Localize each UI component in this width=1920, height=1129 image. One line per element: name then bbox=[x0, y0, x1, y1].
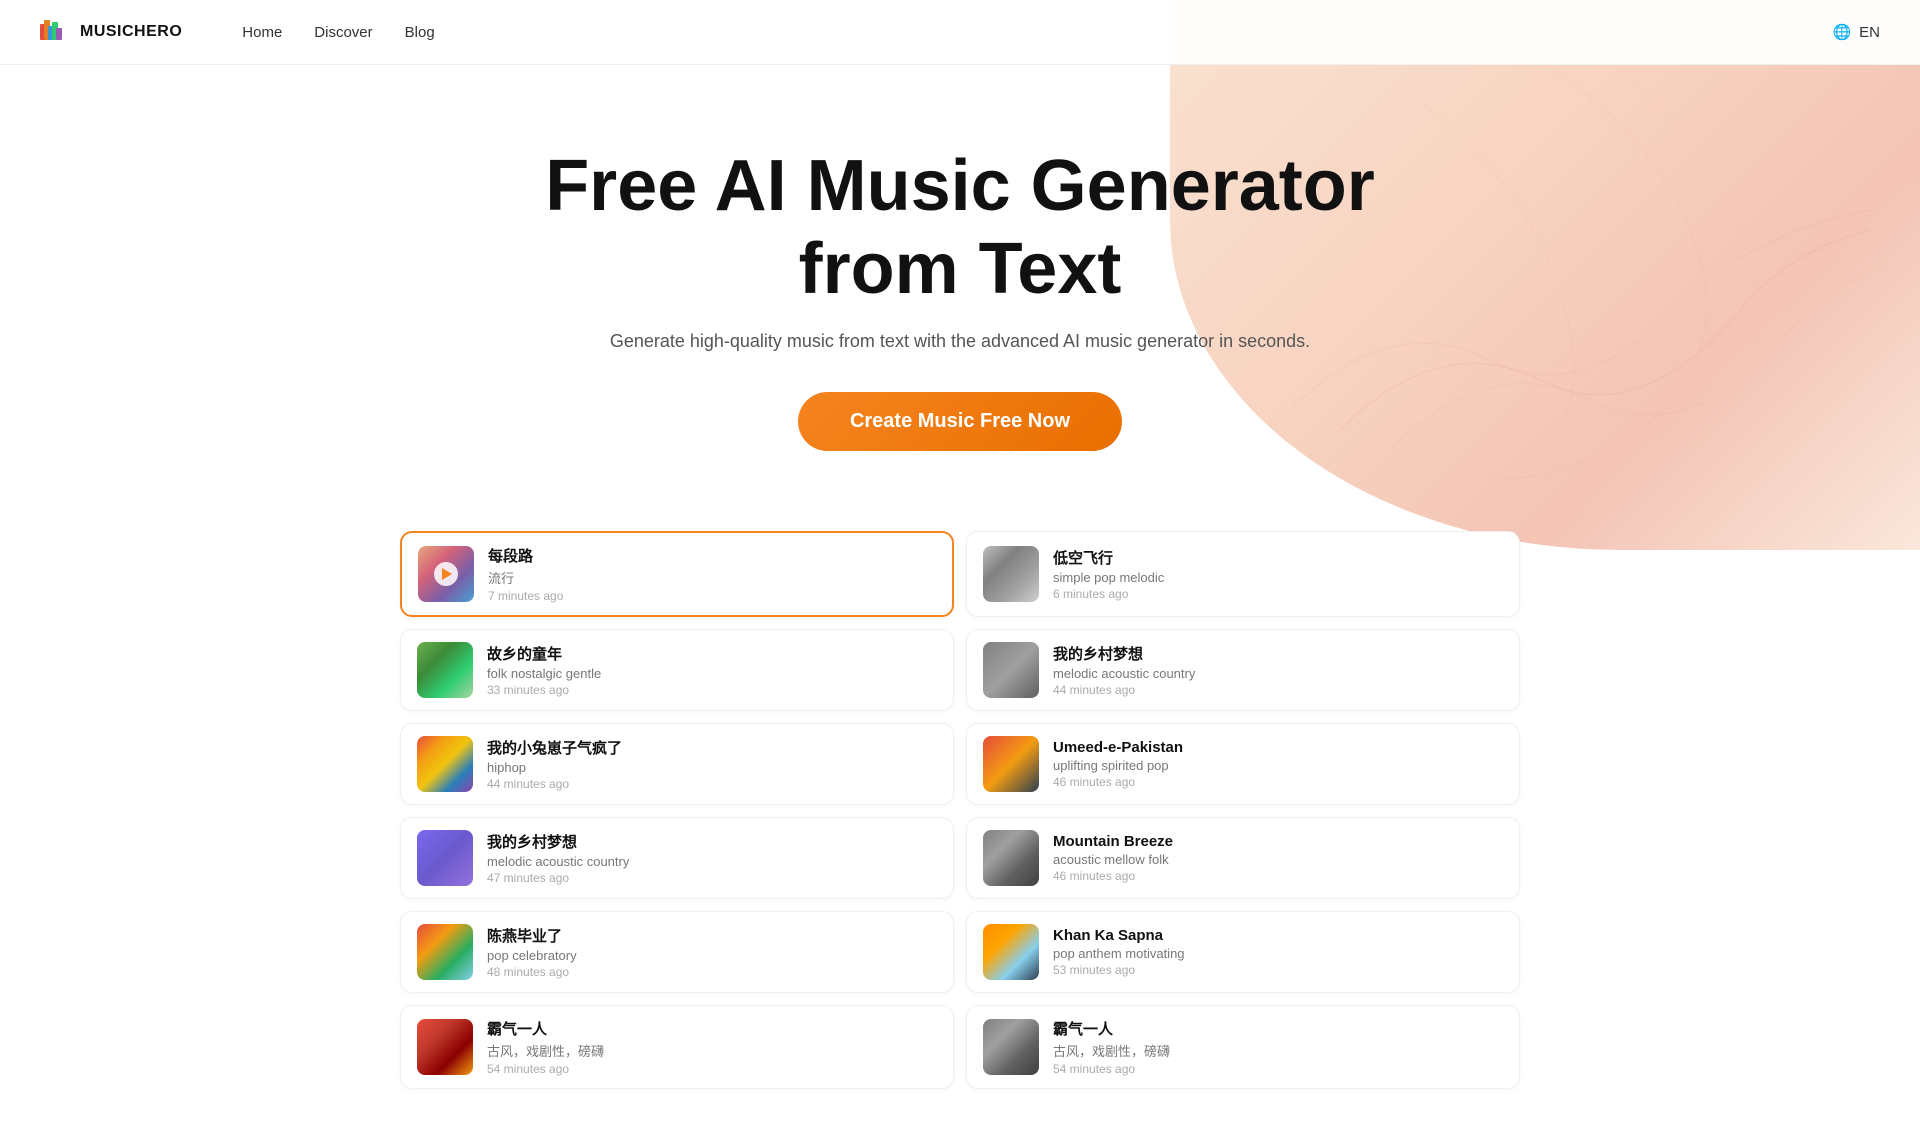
music-time: 54 minutes ago bbox=[487, 1062, 937, 1076]
music-title: 每段路 bbox=[488, 545, 936, 566]
music-time: 33 minutes ago bbox=[487, 683, 937, 697]
music-time: 48 minutes ago bbox=[487, 965, 937, 979]
music-time: 54 minutes ago bbox=[1053, 1062, 1503, 1076]
music-info: 我的乡村梦想 melodic acoustic country 47 minutes… bbox=[487, 831, 937, 885]
music-info: 我的小兔崽子气疯了 hiphop 44 minutes ago bbox=[487, 737, 937, 791]
music-thumbnail bbox=[417, 830, 473, 886]
music-time: 46 minutes ago bbox=[1053, 869, 1503, 883]
music-thumbnail bbox=[983, 830, 1039, 886]
music-tags: 流行 bbox=[488, 568, 936, 587]
music-title: Khan Ka Sapna bbox=[1053, 927, 1503, 944]
music-info: Khan Ka Sapna pop anthem motivating 53 min… bbox=[1053, 927, 1503, 977]
music-card[interactable]: 我的乡村梦想 melodic acoustic country 44 minutes… bbox=[966, 629, 1520, 711]
music-tags: pop celebratory bbox=[487, 948, 937, 963]
music-time: 7 minutes ago bbox=[488, 589, 936, 603]
music-title: 我的乡村梦想 bbox=[487, 831, 937, 852]
music-time: 44 minutes ago bbox=[1053, 683, 1503, 697]
music-card[interactable]: 霸气一人古风，戏剧性，磅礴 54 minutes ago bbox=[966, 1005, 1520, 1089]
music-info: 陈燕毕业了 pop celebratory 48 minutes ago bbox=[487, 925, 937, 979]
music-title: Mountain Breeze bbox=[1053, 833, 1503, 850]
music-title: 我的乡村梦想 bbox=[1053, 643, 1503, 664]
music-time: 47 minutes ago bbox=[487, 871, 937, 885]
music-card[interactable]: Mountain Breeze acoustic mellow folk 46 mi… bbox=[966, 817, 1520, 899]
nav-blog[interactable]: Blog bbox=[405, 24, 435, 41]
music-time: 6 minutes ago bbox=[1053, 587, 1503, 601]
music-title: 霸气一人 bbox=[1053, 1018, 1503, 1039]
music-tags: pop anthem motivating bbox=[1053, 946, 1503, 961]
nav-links: Home Discover Blog bbox=[242, 24, 1832, 41]
music-list: 每段路流行 7 minutes ago 低空飞行 simple pop melodic… bbox=[360, 531, 1560, 1129]
music-card[interactable]: Umeed-e-Pakistan uplifting spirited pop 46… bbox=[966, 723, 1520, 805]
music-title: 我的小兔崽子气疯了 bbox=[487, 737, 937, 758]
music-thumbnail bbox=[983, 924, 1039, 980]
music-info: Mountain Breeze acoustic mellow folk 46 mi… bbox=[1053, 833, 1503, 883]
music-card[interactable]: 我的小兔崽子气疯了 hiphop 44 minutes ago bbox=[400, 723, 954, 805]
music-time: 53 minutes ago bbox=[1053, 963, 1503, 977]
music-thumbnail bbox=[418, 546, 474, 602]
lang-icon: 🌐 bbox=[1832, 23, 1851, 41]
music-tags: 古风，戏剧性，磅礴 bbox=[487, 1041, 937, 1060]
music-thumbnail bbox=[983, 736, 1039, 792]
music-info: Umeed-e-Pakistan uplifting spirited pop 46… bbox=[1053, 739, 1503, 789]
music-card[interactable]: Khan Ka Sapna pop anthem motivating 53 min… bbox=[966, 911, 1520, 993]
music-card[interactable]: 我的乡村梦想 melodic acoustic country 47 minutes… bbox=[400, 817, 954, 899]
music-card[interactable]: 陈燕毕业了 pop celebratory 48 minutes ago bbox=[400, 911, 954, 993]
music-tags: folk nostalgic gentle bbox=[487, 666, 937, 681]
brand-name: MUSICHERO bbox=[80, 23, 182, 41]
music-tags: simple pop melodic bbox=[1053, 570, 1503, 585]
music-thumbnail bbox=[417, 736, 473, 792]
music-tags: hiphop bbox=[487, 760, 937, 775]
nav-home[interactable]: Home bbox=[242, 24, 282, 41]
music-thumbnail bbox=[983, 642, 1039, 698]
music-tags: melodic acoustic country bbox=[1053, 666, 1503, 681]
music-info: 故乡的童年 folk nostalgic gentle 33 minutes ago bbox=[487, 643, 937, 697]
music-card[interactable]: 低空飞行 simple pop melodic 6 minutes ago bbox=[966, 531, 1520, 617]
music-time: 46 minutes ago bbox=[1053, 775, 1503, 789]
music-title: 陈燕毕业了 bbox=[487, 925, 937, 946]
nav-discover[interactable]: Discover bbox=[314, 24, 372, 41]
play-overlay bbox=[434, 562, 458, 586]
hero-title: Free AI Music Generator from Text bbox=[40, 145, 1880, 311]
music-info: 霸气一人古风，戏剧性，磅礴 54 minutes ago bbox=[1053, 1018, 1503, 1076]
music-tags: uplifting spirited pop bbox=[1053, 758, 1503, 773]
navbar: MUSICHERO Home Discover Blog 🌐 EN bbox=[0, 0, 1920, 65]
play-icon bbox=[442, 568, 452, 580]
music-thumbnail bbox=[983, 1019, 1039, 1075]
music-info: 每段路流行 7 minutes ago bbox=[488, 545, 936, 603]
lang-label[interactable]: EN bbox=[1859, 24, 1880, 41]
music-card[interactable]: 故乡的童年 folk nostalgic gentle 33 minutes ago bbox=[400, 629, 954, 711]
music-time: 44 minutes ago bbox=[487, 777, 937, 791]
music-tags: acoustic mellow folk bbox=[1053, 852, 1503, 867]
music-card[interactable]: 霸气一人古风，戏剧性，磅礴 54 minutes ago bbox=[400, 1005, 954, 1089]
music-info: 我的乡村梦想 melodic acoustic country 44 minutes… bbox=[1053, 643, 1503, 697]
music-tags: 古风，戏剧性，磅礴 bbox=[1053, 1041, 1503, 1060]
music-title: Umeed-e-Pakistan bbox=[1053, 739, 1503, 756]
music-thumbnail bbox=[417, 924, 473, 980]
music-thumbnail bbox=[983, 546, 1039, 602]
music-card[interactable]: 每段路流行 7 minutes ago bbox=[400, 531, 954, 617]
hero-section: Free AI Music Generator from Text Genera… bbox=[0, 65, 1920, 491]
create-music-button[interactable]: Create Music Free Now bbox=[798, 392, 1122, 451]
music-title: 霸气一人 bbox=[487, 1018, 937, 1039]
logo[interactable]: MUSICHERO bbox=[40, 16, 182, 48]
music-title: 故乡的童年 bbox=[487, 643, 937, 664]
music-thumbnail bbox=[417, 642, 473, 698]
music-info: 低空飞行 simple pop melodic 6 minutes ago bbox=[1053, 547, 1503, 601]
music-tags: melodic acoustic country bbox=[487, 854, 937, 869]
hero-subtitle: Generate high-quality music from text wi… bbox=[40, 331, 1880, 352]
music-title: 低空飞行 bbox=[1053, 547, 1503, 568]
music-thumbnail bbox=[417, 1019, 473, 1075]
nav-right: 🌐 EN bbox=[1832, 23, 1880, 41]
logo-icon bbox=[40, 16, 72, 48]
music-info: 霸气一人古风，戏剧性，磅礴 54 minutes ago bbox=[487, 1018, 937, 1076]
